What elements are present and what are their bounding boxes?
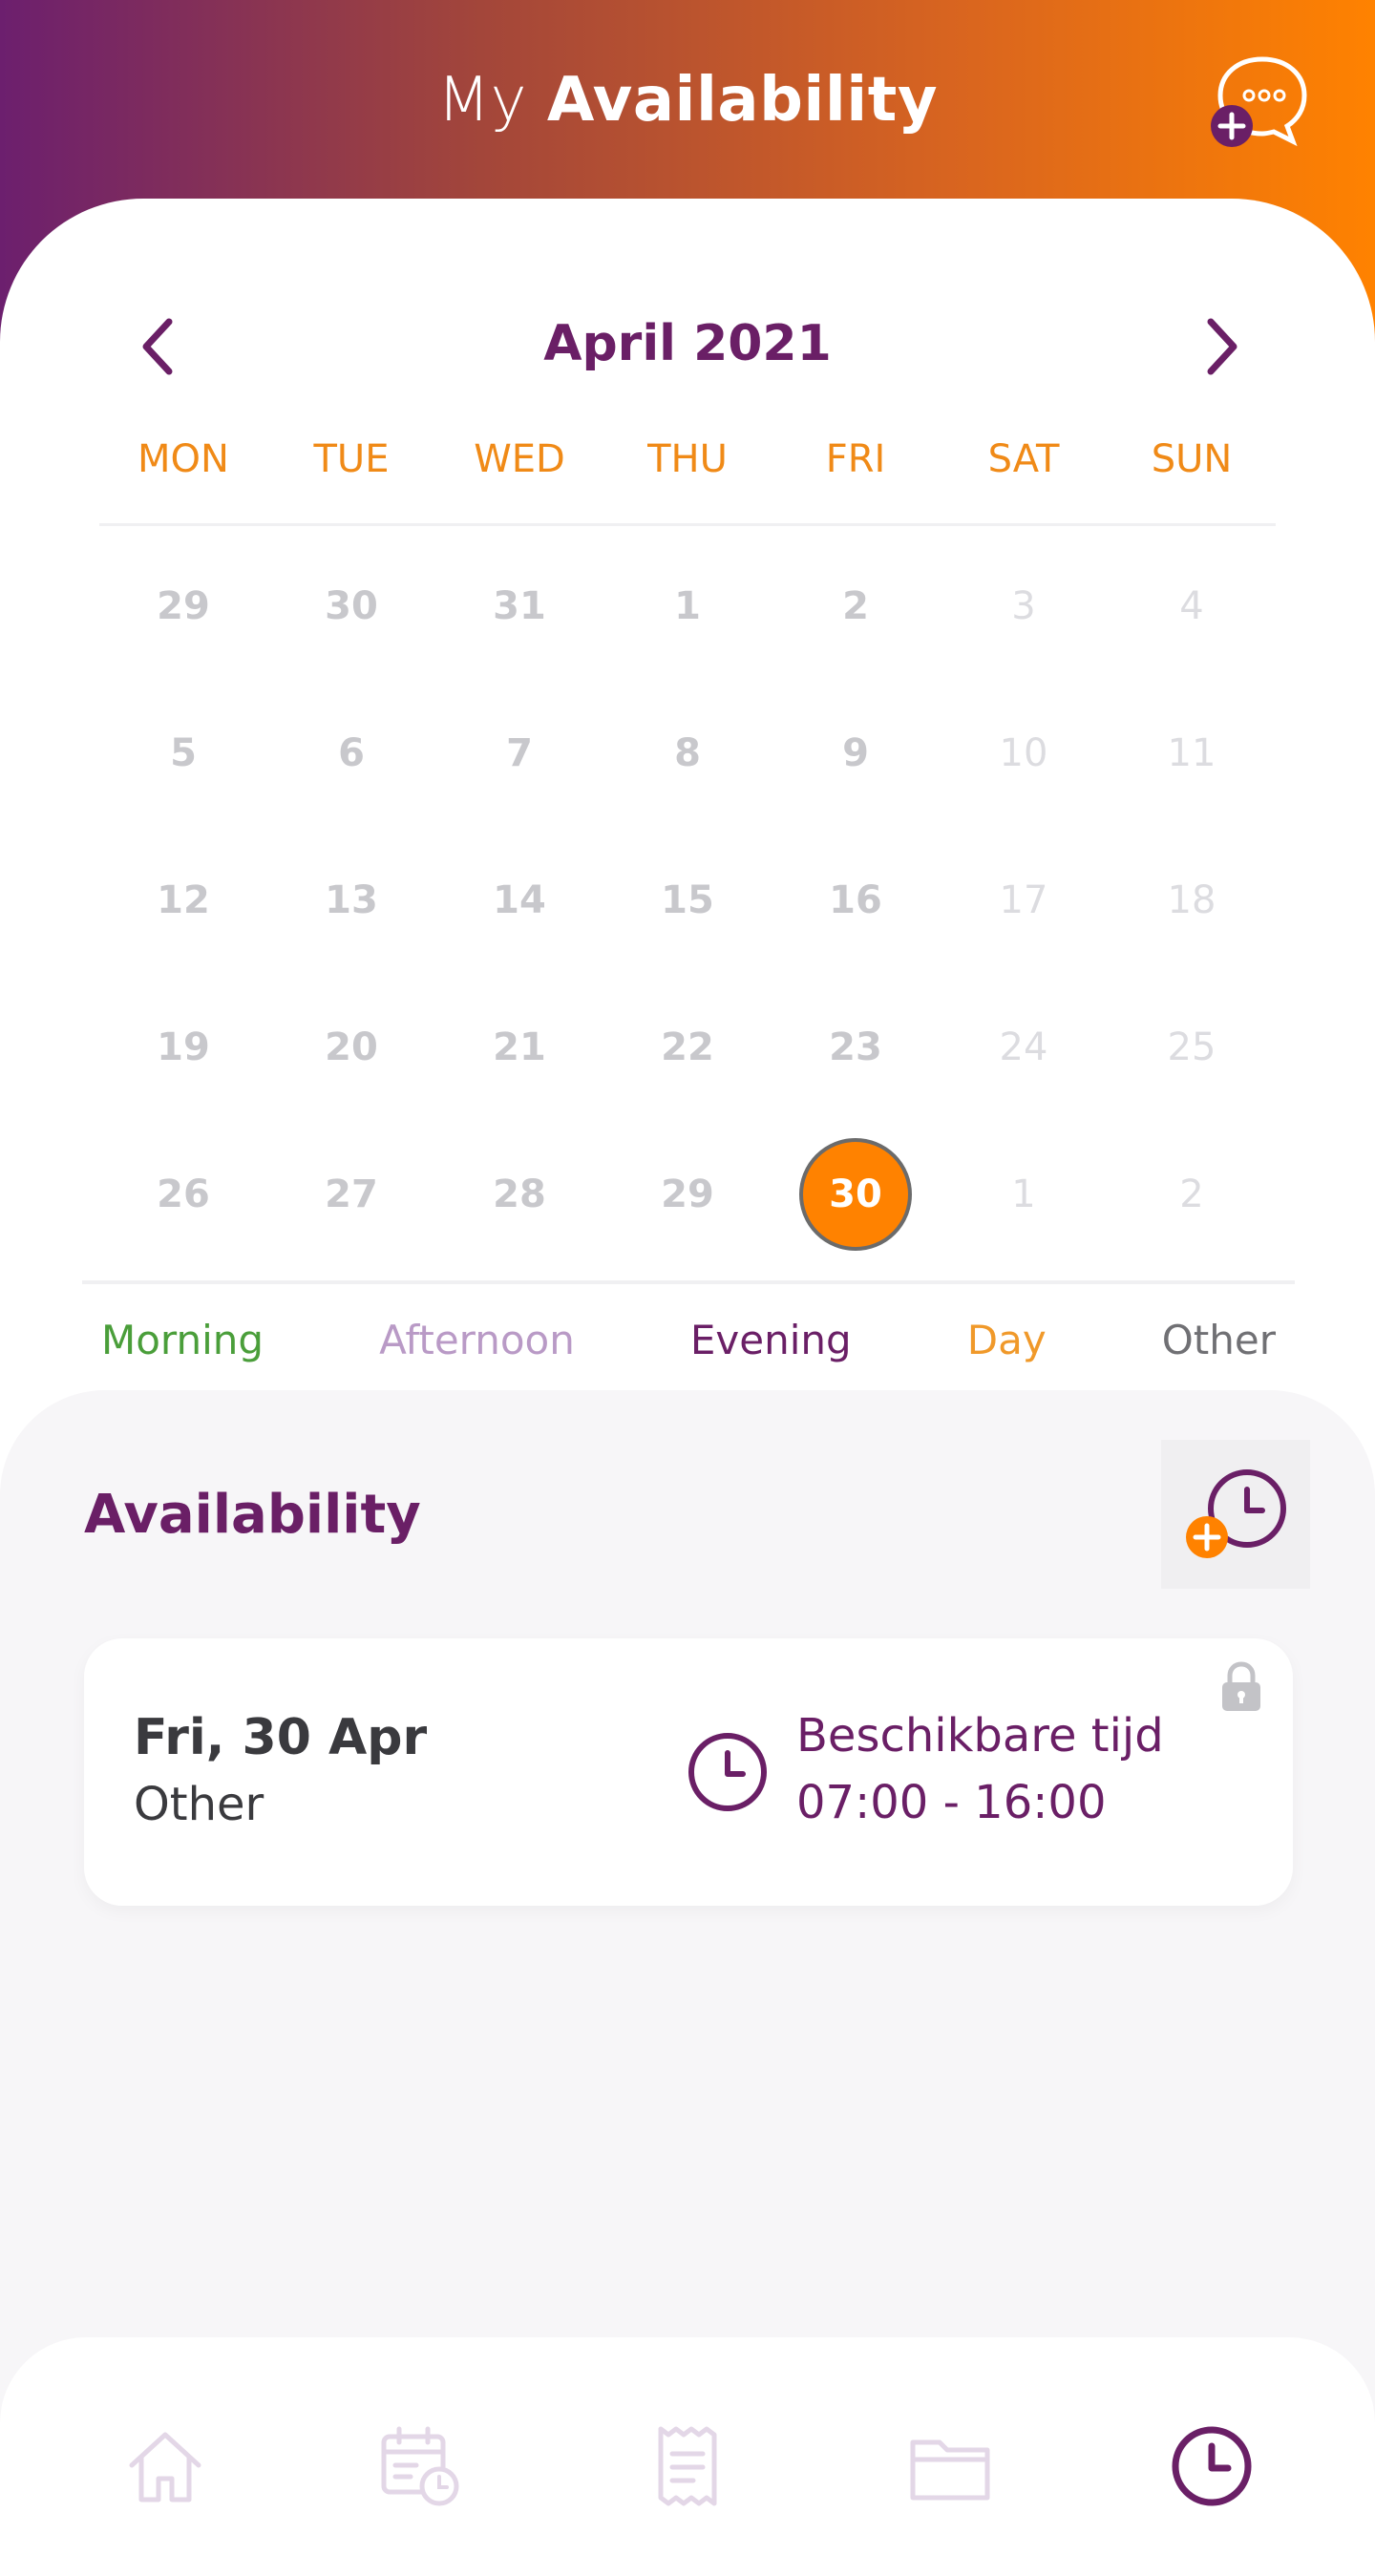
chat-add-icon <box>1211 56 1307 147</box>
calendar-day[interactable]: 1 <box>940 1121 1108 1268</box>
nav-availability[interactable] <box>1159 2414 1264 2519</box>
calendar-day[interactable]: 18 <box>1108 827 1276 974</box>
calendar-day[interactable]: 10 <box>940 680 1108 827</box>
calendar-day[interactable]: 26 <box>99 1121 267 1268</box>
calendar-day[interactable]: 29 <box>603 1121 772 1268</box>
weekday-label: WED <box>474 437 565 481</box>
divider <box>99 523 1276 526</box>
section-title: Availability <box>84 1484 421 1546</box>
legend-day: Day <box>966 1316 1047 1363</box>
calendar-day[interactable]: 9 <box>772 680 940 827</box>
calendar-day[interactable]: 6 <box>267 680 435 827</box>
calendar-week: 5 6 7 8 9 10 11 <box>99 680 1276 827</box>
legend-evening: Evening <box>689 1316 852 1363</box>
calendar-day[interactable]: 27 <box>267 1121 435 1268</box>
legend-other: Other <box>1161 1316 1276 1363</box>
clock-icon <box>688 1733 767 1811</box>
weekday-label: TUE <box>313 437 390 481</box>
entry-date: Fri, 30 Apr <box>134 1709 428 1766</box>
availability-legend: Morning Afternoon Evening Day Other <box>82 1306 1295 1373</box>
calendar-day[interactable]: 11 <box>1108 680 1276 827</box>
nav-schedule[interactable] <box>369 2414 474 2519</box>
calendar-day[interactable]: 21 <box>435 974 603 1121</box>
calendar-week: 19 20 21 22 23 24 25 <box>99 974 1276 1121</box>
calendar-day[interactable]: 20 <box>267 974 435 1121</box>
calendar-day[interactable]: 17 <box>940 827 1108 974</box>
legend-afternoon: Afternoon <box>379 1316 575 1363</box>
weekday-label: SUN <box>1151 437 1233 481</box>
home-icon <box>129 2432 201 2502</box>
calendar-day[interactable]: 15 <box>603 827 772 974</box>
calendar-day[interactable]: 31 <box>435 533 603 680</box>
next-month-button[interactable] <box>1189 304 1256 390</box>
page-title: My Availability <box>0 65 1375 136</box>
lock-icon <box>1222 1661 1260 1711</box>
calendar-day[interactable]: 24 <box>940 974 1108 1121</box>
page-title-bold: Availability <box>546 65 939 136</box>
weekday-header: MON TUE WED THU FRI SAT SUN <box>99 437 1276 495</box>
month-label: April 2021 <box>543 315 832 372</box>
folder-icon <box>910 2439 990 2501</box>
schedule-icon <box>381 2426 459 2506</box>
calendar-day[interactable]: 1 <box>603 533 772 680</box>
divider <box>82 1280 1295 1284</box>
entry-type: Other <box>134 1778 264 1831</box>
calendar-week: 12 13 14 15 16 17 18 <box>99 827 1276 974</box>
calendar-day[interactable]: 2 <box>1108 1121 1276 1268</box>
calendar-day[interactable]: 13 <box>267 827 435 974</box>
calendar-day[interactable]: 8 <box>603 680 772 827</box>
calendar: April 2021 MON TUE WED THU FRI SAT SUN 2… <box>0 199 1375 1394</box>
clock-icon <box>1172 2426 1252 2506</box>
calendar-day[interactable]: 22 <box>603 974 772 1121</box>
calendar-day[interactable]: 28 <box>435 1121 603 1268</box>
chevron-right-icon <box>1207 318 1238 375</box>
calendar-day[interactable]: 4 <box>1108 533 1276 680</box>
weekday-label: MON <box>138 437 229 481</box>
nav-documents[interactable] <box>898 2414 1003 2519</box>
calendar-day[interactable]: 2 <box>772 533 940 680</box>
weekday-label: FRI <box>825 437 886 481</box>
calendar-day[interactable]: 30 <box>267 533 435 680</box>
entry-label: Beschikbare tijd <box>796 1709 1164 1763</box>
calendar-grid: 29 30 31 1 2 3 4 5 6 7 8 9 10 11 12 13 1… <box>99 533 1276 1268</box>
calendar-day[interactable]: 3 <box>940 533 1108 680</box>
calendar-day[interactable]: 19 <box>99 974 267 1121</box>
availability-entry-card[interactable]: Fri, 30 Apr Other Beschikbare tijd 07:00… <box>84 1638 1293 1906</box>
receipt-icon <box>658 2426 717 2506</box>
add-time-icon <box>1186 1469 1286 1558</box>
calendar-day[interactable]: 7 <box>435 680 603 827</box>
weekday-label: SAT <box>987 437 1060 481</box>
entry-time: 07:00 - 16:00 <box>796 1776 1107 1829</box>
nav-receipts[interactable] <box>636 2414 741 2519</box>
calendar-day[interactable]: 14 <box>435 827 603 974</box>
calendar-day[interactable]: 16 <box>772 827 940 974</box>
calendar-week: 26 27 28 29 30 1 2 <box>99 1121 1276 1268</box>
calendar-day-selected[interactable]: 30 <box>772 1121 940 1268</box>
calendar-day[interactable]: 5 <box>99 680 267 827</box>
calendar-day[interactable]: 29 <box>99 533 267 680</box>
nav-home[interactable] <box>113 2414 218 2519</box>
calendar-week: 29 30 31 1 2 3 4 <box>99 533 1276 680</box>
month-navigation: April 2021 <box>0 294 1375 399</box>
weekday-label: THU <box>647 437 728 481</box>
calendar-day[interactable]: 23 <box>772 974 940 1121</box>
legend-morning: Morning <box>101 1316 264 1363</box>
add-availability-button[interactable] <box>1161 1440 1310 1589</box>
calendar-day[interactable]: 25 <box>1108 974 1276 1121</box>
chat-add-button[interactable] <box>1205 50 1320 155</box>
calendar-day[interactable]: 12 <box>99 827 267 974</box>
page-title-light: My <box>436 65 528 136</box>
bottom-navigation <box>0 2337 1375 2576</box>
